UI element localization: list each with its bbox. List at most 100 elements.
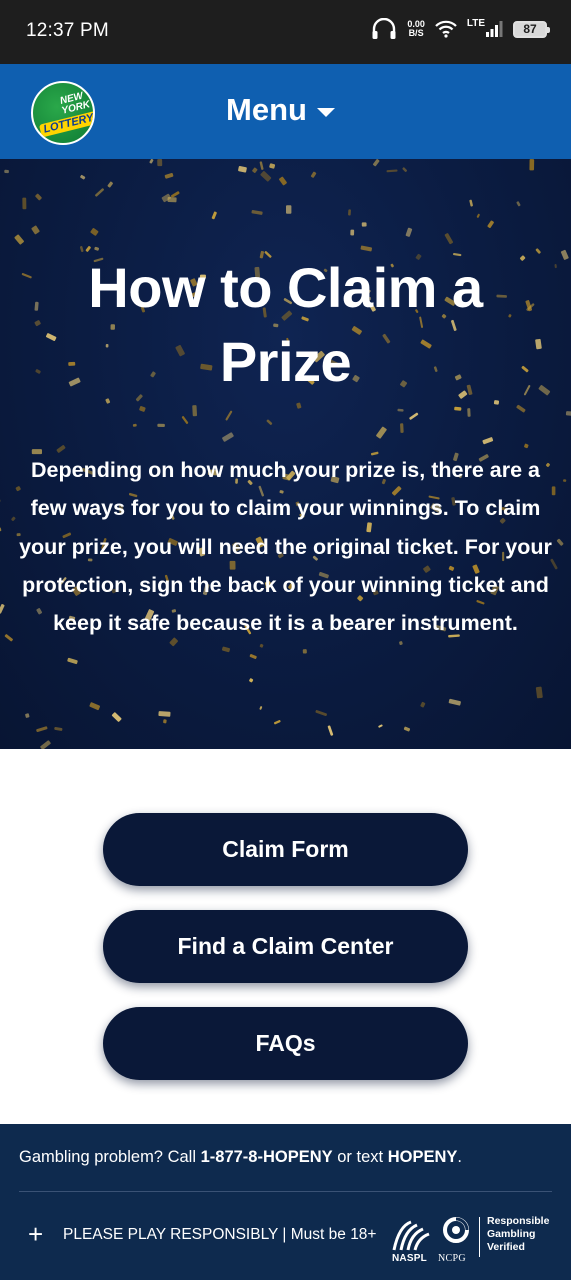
confetti-piece — [361, 222, 367, 227]
confetti-piece — [158, 711, 171, 717]
confetti-piece — [0, 527, 2, 532]
confetti-piece — [535, 686, 543, 699]
confetti-piece — [420, 701, 426, 708]
confetti-piece — [192, 405, 198, 417]
confetti-piece — [554, 263, 557, 269]
menu-button[interactable]: Menu — [226, 92, 335, 128]
confetti-piece — [296, 402, 302, 409]
confetti-piece — [25, 713, 30, 718]
rg-line-2: Gambling — [487, 1228, 536, 1240]
ny-lottery-logo[interactable]: NEW YORK LOTTERY — [31, 81, 95, 145]
logo-text: NEW YORK LOTTERY — [34, 90, 93, 138]
confetti-piece — [467, 408, 471, 417]
confetti-piece — [348, 209, 351, 216]
confetti-piece — [249, 654, 257, 659]
confetti-piece — [403, 726, 411, 732]
confetti-piece — [448, 698, 461, 706]
confetti-piece — [444, 233, 454, 245]
confetti-piece — [310, 171, 317, 178]
confetti-piece — [132, 423, 137, 427]
battery-level: 87 — [523, 22, 537, 36]
ncpg-logo — [443, 1217, 469, 1243]
confetti-piece — [163, 719, 167, 724]
confetti-piece — [493, 400, 500, 405]
confetti-piece — [89, 702, 100, 711]
gambling-middle: or text — [332, 1148, 388, 1166]
confetti-piece — [157, 423, 165, 428]
ncpg-label: NCPG — [438, 1253, 466, 1264]
naspl-logo — [392, 1220, 430, 1251]
site-footer: Gambling problem? Call 1-877-8-HOPENY or… — [0, 1124, 571, 1280]
confetti-piece — [524, 443, 529, 449]
gambling-suffix: . — [457, 1148, 462, 1166]
confetti-piece — [397, 408, 404, 412]
confetti-piece — [0, 498, 1, 503]
confetti-piece — [170, 191, 180, 198]
confetti-piece — [373, 159, 380, 167]
signal-icon — [486, 21, 503, 37]
footer-divider — [19, 1191, 552, 1192]
hero-description: Depending on how much your prize is, the… — [19, 458, 552, 636]
confetti-piece — [302, 649, 307, 654]
confetti-piece — [249, 678, 254, 683]
confetti-piece — [386, 169, 398, 173]
wifi-icon — [435, 20, 457, 38]
confetti-piece — [222, 432, 234, 442]
confetti-piece — [107, 181, 113, 188]
confetti-piece — [225, 410, 233, 421]
confetti-piece — [14, 234, 24, 245]
status-icons: 0.00 B/S LTE 87 — [371, 17, 550, 40]
confetti-piece — [164, 173, 174, 179]
naspl-label: NASPL — [392, 1253, 427, 1264]
confetti-piece — [167, 197, 177, 203]
confetti-piece — [376, 426, 387, 439]
confetti-piece — [560, 249, 569, 260]
play-responsibly-text: PLEASE PLAY RESPONSIBLY | Must be 18+ — [63, 1226, 376, 1244]
hotline-link[interactable]: 1-877-8-HOPENY — [201, 1148, 333, 1166]
confetti-piece — [378, 724, 383, 728]
confetti-piece — [405, 227, 413, 237]
confetti-piece — [54, 726, 63, 731]
confetti-piece — [454, 406, 462, 411]
confetti-piece — [90, 227, 99, 236]
rg-line-3: Verified — [487, 1241, 525, 1253]
responsible-gambling-verified: Responsible Gambling Verified — [487, 1215, 549, 1254]
confetti-piece — [35, 193, 42, 201]
confetti-piece — [273, 720, 281, 725]
find-claim-center-button[interactable]: Find a Claim Center — [103, 910, 468, 983]
confetti-piece — [36, 726, 48, 732]
confetti-piece — [469, 199, 473, 207]
confetti-piece — [350, 229, 355, 236]
menu-label: Menu — [226, 92, 307, 127]
play-responsibly: PLAY RESPONSIBLY | Must be 18+ — [127, 1226, 377, 1243]
confetti-piece — [181, 416, 189, 424]
confetti-piece — [400, 423, 404, 433]
confetti-piece — [266, 419, 273, 425]
confetti-piece — [565, 411, 571, 417]
confetti-piece — [529, 159, 535, 171]
faqs-button[interactable]: FAQs — [103, 1007, 468, 1080]
page-title: How to Claim a Prize — [88, 256, 483, 393]
site-header: NEW YORK LOTTERY Menu — [0, 64, 571, 159]
confetti-piece — [476, 213, 480, 218]
confetti-piece — [111, 712, 122, 722]
net-speed: 0.00 B/S — [407, 20, 425, 38]
confetti-piece — [67, 657, 78, 665]
confetti-piece — [482, 437, 494, 445]
status-time: 12:37 PM — [26, 20, 109, 41]
confetti-piece — [259, 706, 263, 710]
confetti-piece — [157, 159, 163, 167]
confetti-piece — [4, 169, 9, 174]
confetti-piece — [402, 167, 407, 172]
confetti-piece — [285, 205, 292, 214]
claim-form-button[interactable]: Claim Form — [103, 813, 468, 886]
network-type: LTE — [466, 17, 485, 29]
confetti-piece — [22, 197, 27, 210]
play-prefix: PLEASE — [63, 1226, 128, 1243]
confetti-piece — [95, 188, 104, 197]
confetti-piece — [80, 174, 86, 180]
confetti-piece — [327, 725, 334, 736]
confetti-piece — [259, 161, 264, 170]
plus-icon[interactable]: + — [28, 1221, 43, 1247]
hero-banner: How to Claim a Prize Depending on how mu… — [0, 159, 571, 749]
